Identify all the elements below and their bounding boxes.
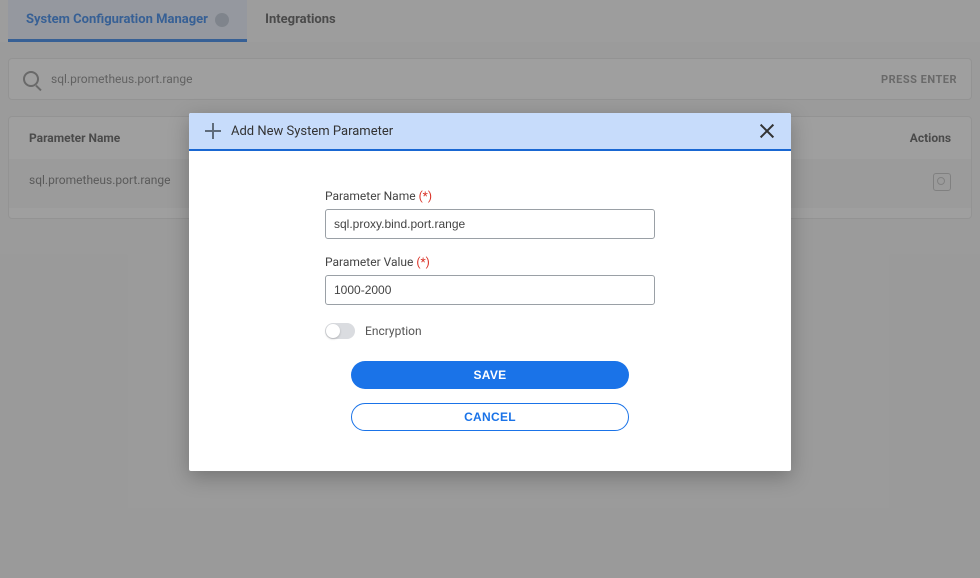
required-mark: (*) xyxy=(419,189,432,203)
close-icon[interactable] xyxy=(759,123,775,139)
save-button[interactable]: SAVE xyxy=(351,361,629,389)
field-label: Parameter Name (*) xyxy=(325,189,655,203)
add-parameter-modal: Add New System Parameter Parameter Name … xyxy=(189,113,791,471)
encryption-toggle[interactable] xyxy=(325,323,355,339)
modal-overlay: Add New System Parameter Parameter Name … xyxy=(0,0,980,578)
field-parameter-value: Parameter Value (*) xyxy=(325,255,655,305)
field-parameter-name: Parameter Name (*) xyxy=(325,189,655,239)
encryption-toggle-row: Encryption xyxy=(325,323,655,339)
toggle-knob xyxy=(326,324,340,338)
parameter-value-input[interactable] xyxy=(325,275,655,305)
modal-body: Parameter Name (*) Parameter Value (*) E… xyxy=(189,151,791,471)
cancel-button[interactable]: CANCEL xyxy=(351,403,629,431)
field-label: Parameter Value (*) xyxy=(325,255,655,269)
modal-header: Add New System Parameter xyxy=(189,113,791,151)
required-mark: (*) xyxy=(416,255,429,269)
modal-title: Add New System Parameter xyxy=(231,124,759,139)
parameter-name-input[interactable] xyxy=(325,209,655,239)
plus-icon xyxy=(205,123,221,139)
encryption-label: Encryption xyxy=(365,324,422,338)
